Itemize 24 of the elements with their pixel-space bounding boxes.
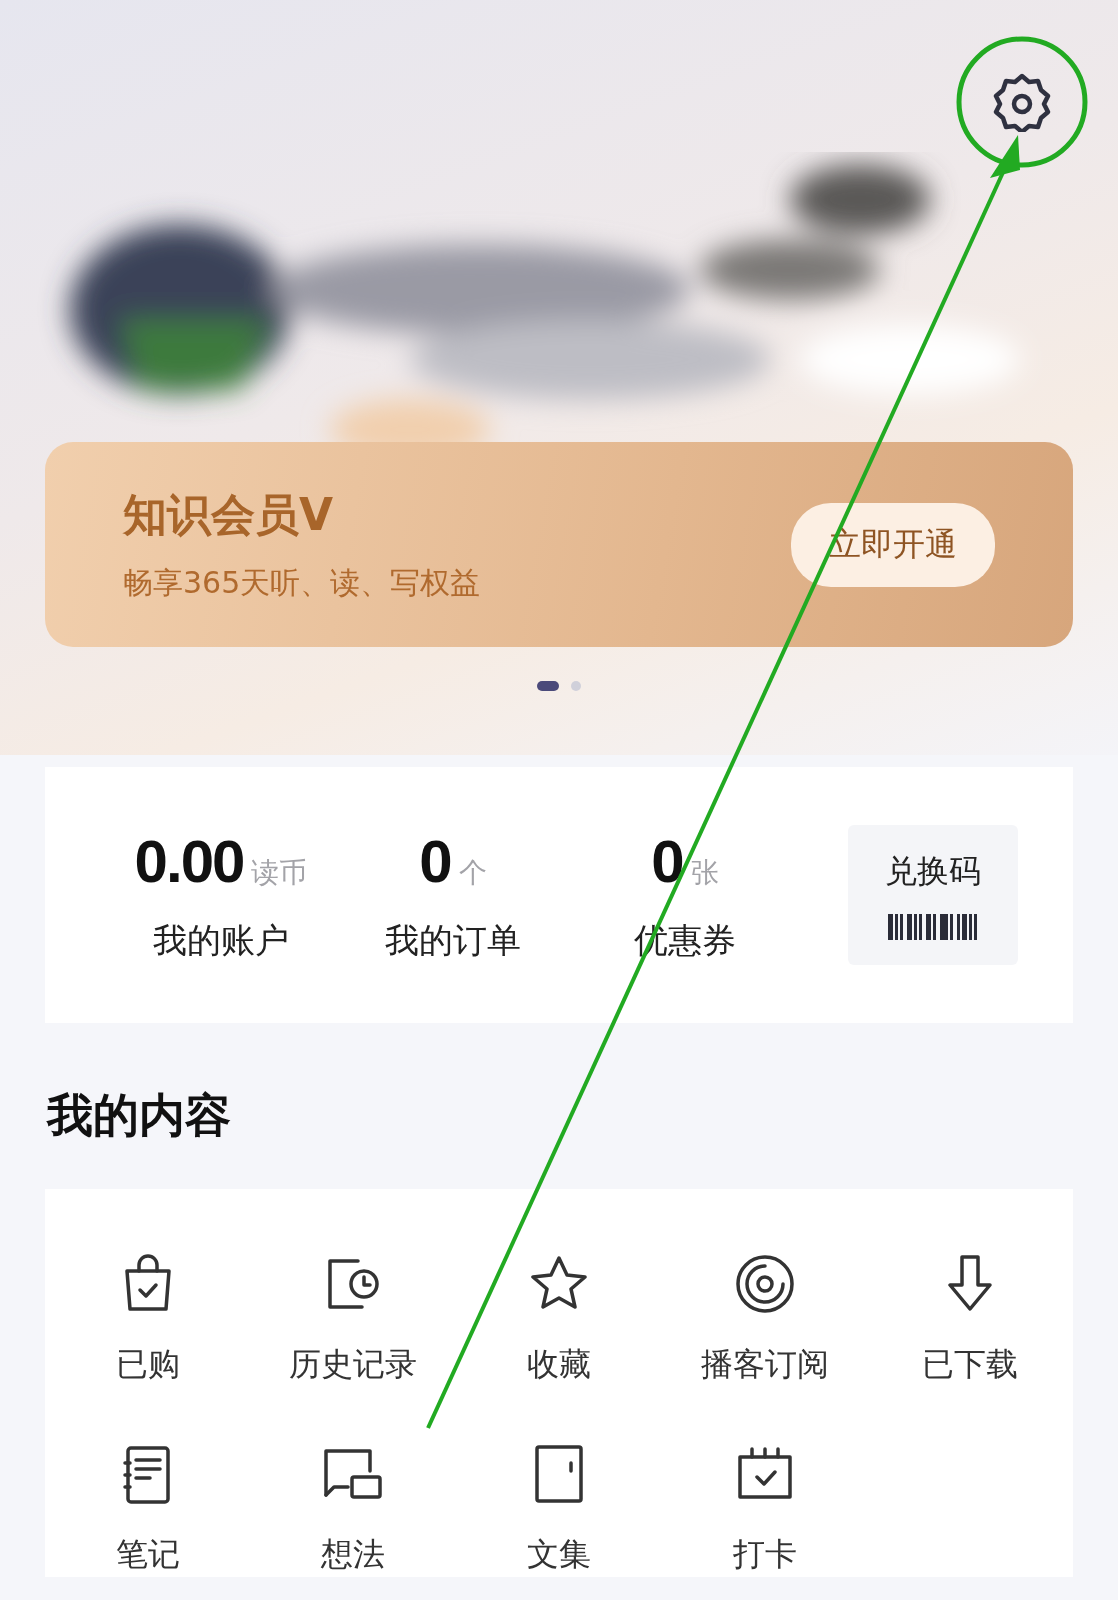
membership-title: 知识会员V xyxy=(123,487,335,542)
stat-value: 0.00 xyxy=(134,826,244,896)
content-label[interactable]: 已购 xyxy=(115,1343,180,1387)
redeem-label: 兑换码 xyxy=(885,851,981,892)
stat-value: 0 xyxy=(651,826,683,896)
stat-unit: 个 xyxy=(458,854,487,891)
content-label[interactable]: 历史记录 xyxy=(289,1343,418,1387)
stat-label[interactable]: 我的订单 xyxy=(385,917,521,964)
content-label[interactable]: 想法 xyxy=(321,1533,386,1577)
section-title: 我的内容 xyxy=(47,1087,232,1144)
content-label[interactable]: 打卡 xyxy=(732,1533,797,1577)
content-label[interactable]: 笔记 xyxy=(115,1533,180,1577)
stat-unit: 读币 xyxy=(251,854,308,891)
stat-unit: 张 xyxy=(690,854,719,891)
settings-icon[interactable] xyxy=(992,72,1052,132)
content-label[interactable]: 文集 xyxy=(527,1533,591,1577)
content-label[interactable]: 收藏 xyxy=(527,1343,591,1387)
membership-subtitle: 畅享365天听、读、写权益 xyxy=(123,563,481,602)
content-label[interactable]: 播客订阅 xyxy=(700,1343,829,1387)
redeem-code-button[interactable]: 兑换码 xyxy=(848,825,1018,965)
stat-value: 0 xyxy=(419,826,451,896)
stat-label[interactable]: 我的账户 xyxy=(153,917,289,964)
content-label[interactable]: 已下载 xyxy=(922,1343,1019,1387)
barcode-icon xyxy=(888,914,978,940)
